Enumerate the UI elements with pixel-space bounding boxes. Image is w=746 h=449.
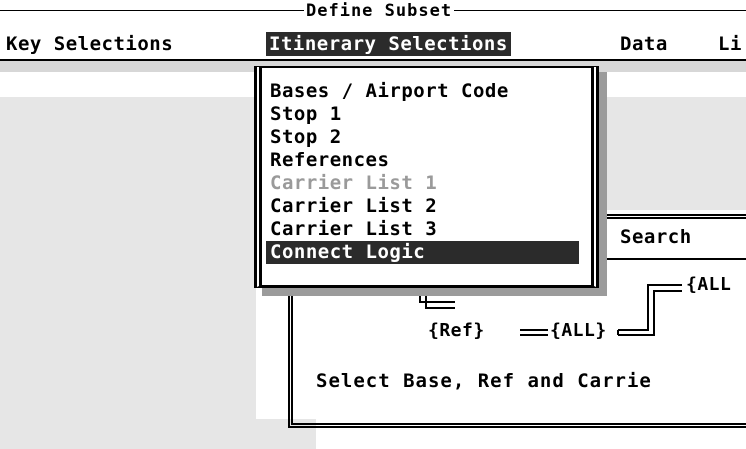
menu-item-data[interactable]: Data [620,32,668,56]
dropdown-shadow-right [599,72,607,296]
menu-bar: Key Selections Itinerary Selections Data… [0,30,746,58]
dropdown-item-bases-airport-code[interactable]: Bases / Airport Code [266,80,513,103]
dropdown-item-references[interactable]: References [266,149,393,172]
window-title: Define Subset [304,1,455,21]
dropdown-item-carrier-list-3[interactable]: Carrier List 3 [266,218,441,241]
itinerary-dropdown-menu: Bases / Airport Code Stop 1 Stop 2 Refer… [254,66,599,288]
left-panel [0,97,256,419]
ref-all-link [520,329,548,336]
menu-item-key-selections[interactable]: Key Selections [6,32,173,56]
right-panel [600,97,746,210]
dropdown-shadow-bottom [262,288,607,296]
search-top-rule [605,214,746,219]
all-node-top[interactable]: {ALL [686,274,731,295]
dropdown-item-stop-2[interactable]: Stop 2 [266,126,346,149]
menu-item-itinerary-selections[interactable]: Itinerary Selections [266,32,511,56]
dropdown-item-carrier-list-2[interactable]: Carrier List 2 [266,195,441,218]
search-label[interactable]: Search [620,224,692,250]
dropdown-item-stop-1[interactable]: Stop 1 [266,103,346,126]
all-branch-connector [617,284,682,336]
menu-item-list[interactable]: Li [718,32,742,56]
all-node[interactable]: {ALL} [550,320,607,341]
bottom-strip [0,419,316,449]
dropdown-item-carrier-list-1: Carrier List 1 [270,172,438,194]
instruction-text: Select Base, Ref and Carrie [316,370,652,392]
search-underline [605,258,746,260]
ref-node[interactable]: {Ref} [428,320,485,341]
title-bar: Define Subset [0,0,746,30]
dropdown-item-connect-logic[interactable]: Connect Logic [266,241,579,264]
